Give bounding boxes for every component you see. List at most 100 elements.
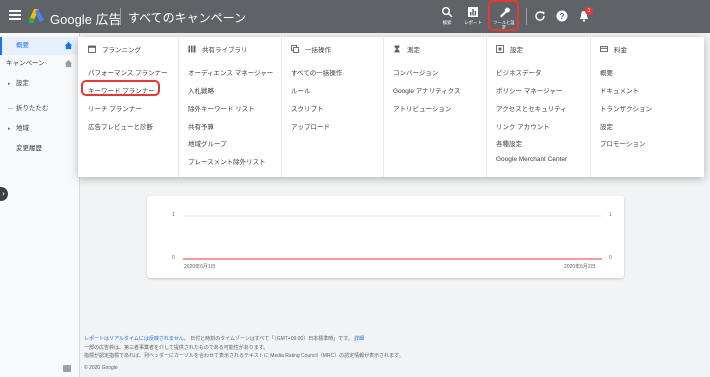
menu-item-scripts[interactable]: スクリプト [291, 103, 324, 113]
menu-heading-setup: 設定 [496, 44, 523, 54]
menu-item-audience-manager[interactable]: オーディエンス マネージャー [188, 67, 273, 77]
menu-item-reach-planner[interactable]: リーチ プランナー [88, 103, 142, 113]
y-tick-right-0: 0 [609, 255, 612, 261]
settings-box-icon [496, 45, 504, 53]
menu-item-location-groups[interactable]: 地域グループ [188, 138, 227, 148]
nav-item-overview[interactable]: 概要 [0, 37, 79, 55]
divider [526, 8, 527, 25]
tools-settings-menu: プランニング パフォーマンス プランナー キーワード プランナー リーチ プラン… [78, 37, 704, 177]
nav-item-label: 概要 [16, 42, 29, 49]
menu-item-placement-exclusions[interactable]: プレースメント除外リスト [188, 156, 266, 166]
nav-item-label: 地域 [16, 125, 29, 132]
realtime-link[interactable]: レポートはリアルタイムには反映されません。 [84, 336, 189, 342]
expand-arrow-icon: ▸ [8, 126, 11, 132]
brand-name[interactable]: Google 広告 [50, 9, 122, 28]
nav-item-label: キャンペーン [6, 60, 45, 67]
menu-item-policy-manager[interactable]: ポリシー マネージャー [496, 85, 562, 95]
y-tick-left-0: 0 [172, 255, 175, 261]
expand-arrow-icon: ▸ [8, 81, 11, 87]
menu-heading-measurement: 測定 [393, 44, 420, 54]
card-icon [600, 46, 608, 52]
menu-item-conversions[interactable]: コンバージョン [393, 67, 438, 77]
feedback-icon[interactable] [63, 365, 71, 372]
nav-item-campaigns[interactable]: キャンペーン [0, 55, 79, 73]
search-button[interactable]: 検索 [434, 3, 460, 30]
nav-item-label: 折りたたむ [16, 105, 49, 112]
menu-item-business-data[interactable]: ビジネスデータ [496, 67, 542, 77]
menu-heading-bulk-actions: 一括操作 [291, 44, 331, 54]
performance-chart: 1 0 1 0 2020年6月1日 2020年6月2日 [147, 196, 624, 278]
help-icon[interactable]: ? [556, 10, 568, 22]
nav-item-label: 変更履歴 [16, 145, 42, 152]
menu-item-shared-budgets[interactable]: 共有予算 [188, 121, 214, 131]
menu-column-measurement: 測定 コンバージョン Google アナリティクス アトリビューション [383, 37, 486, 177]
menu-column-billing: 料金 概要 ドキュメント トランザクション 設定 プロモーション [590, 37, 704, 177]
menu-item-access-security[interactable]: アクセスとセキュリティ [496, 103, 567, 113]
nav-item-collapse[interactable]: — 折りたたむ [0, 100, 79, 118]
menu-item-negative-keywords[interactable]: 除外キーワード リスト [188, 103, 255, 113]
menu-item-rules[interactable]: ルール [291, 85, 311, 95]
bar-chart-icon [468, 7, 478, 17]
menu-item-uploads[interactable]: アップロード [291, 121, 330, 131]
menu-item-linked-accounts[interactable]: リンク アカウント [496, 121, 550, 131]
nav-item-change-history[interactable]: 変更履歴 [0, 140, 79, 158]
calendar-icon [88, 45, 96, 53]
divider [120, 8, 121, 25]
menu-item-preferences[interactable]: 各種設定 [496, 138, 522, 148]
details-link[interactable]: 詳細 [354, 336, 364, 342]
hourglass-icon [394, 45, 400, 53]
menu-icon[interactable] [9, 10, 21, 20]
collapse-dash-icon: — [8, 106, 13, 112]
copy-icon [291, 45, 299, 53]
menu-heading-planning: プランニング [88, 44, 141, 54]
menu-item-all-bulk-actions[interactable]: すべての一括操作 [291, 67, 342, 77]
y-tick-left-1: 1 [172, 212, 175, 218]
nav-item-settings[interactable]: ▸ 設定 [0, 75, 79, 93]
menu-item-billing-settings[interactable]: 設定 [600, 121, 613, 131]
footer-line-2: 一部の広告枠は、第三者事業者を介して提供されたものである可能性があります。 [84, 344, 269, 351]
footer-line-1: レポートはリアルタイムには反映されません。 日付と時刻のタイムゾーンはすべて「（… [84, 335, 684, 344]
copyright: © 2020 Google [84, 365, 118, 371]
left-navigation: 概要 キャンペーン ▸ 設定 — 折りたたむ ▸ 地域 変更履歴 [0, 33, 80, 377]
menu-item-promotions[interactable]: プロモーション [600, 138, 645, 148]
home-icon [64, 41, 73, 50]
tools-highlight-annotation [488, 0, 519, 31]
reports-button[interactable]: レポート [460, 3, 486, 30]
page-title[interactable]: すべてのキャンペーン [128, 9, 246, 26]
menu-item-transactions[interactable]: トランザクション [600, 103, 652, 113]
menu-heading-billing: 料金 [600, 44, 627, 54]
menu-item-bid-strategies[interactable]: 入札戦略 [188, 85, 214, 95]
menu-column-bulk-actions: 一括操作 すべての一括操作 ルール スクリプト アップロード [281, 37, 383, 177]
menu-item-attribution[interactable]: アトリビューション [393, 103, 451, 113]
library-icon [188, 45, 196, 53]
google-ads-logo[interactable] [28, 8, 46, 24]
footer-line-3: 指標が認定指標であれば、列ヘッダーにカーソルを合わせて表示されるテキストに Me… [84, 353, 404, 359]
menu-item-merchant-center[interactable]: Google Merchant Center [496, 156, 567, 163]
menu-heading-shared-library: 共有ライブラリ [188, 44, 248, 54]
svg-text:?: ? [560, 12, 565, 21]
x-tick-end: 2020年6月2日 [564, 264, 596, 270]
home-icon [64, 59, 73, 68]
y-tick-right-1: 1 [609, 212, 612, 218]
menu-column-setup: 設定 ビジネスデータ ポリシー マネージャー アクセスとセキュリティ リンク ア… [486, 37, 590, 177]
search-icon [442, 7, 453, 18]
keyword-planner-highlight-annotation [81, 80, 160, 96]
x-tick-start: 2020年6月1日 [184, 264, 216, 270]
menu-item-documents[interactable]: ドキュメント [600, 85, 639, 95]
menu-item-google-analytics[interactable]: Google アナリティクス [393, 85, 461, 95]
refresh-icon[interactable] [534, 10, 546, 22]
search-label: 検索 [442, 20, 452, 25]
menu-item-billing-summary[interactable]: 概要 [600, 67, 613, 77]
menu-item-performance-planner[interactable]: パフォーマンス プランナー [88, 67, 168, 77]
nav-item-locations[interactable]: ▸ 地域 [0, 120, 79, 138]
chart-canvas [183, 215, 602, 260]
menu-column-shared-library: 共有ライブラリ オーディエンス マネージャー 入札戦略 除外キーワード リスト … [178, 37, 281, 177]
nav-item-label: 設定 [16, 80, 29, 87]
timezone-text: 日付と時刻のタイムゾーンはすべて「（GMT+09:00）日本標準時」です。 [190, 336, 353, 342]
notification-badge: 1 [585, 7, 593, 15]
menu-column-planning: プランニング パフォーマンス プランナー キーワード プランナー リーチ プラン… [78, 37, 176, 177]
top-bar: Google 広告 すべてのキャンペーン 検索 レポート ツールと設定 ? 1 [0, 0, 710, 33]
menu-item-ad-preview[interactable]: 広告プレビューと診断 [88, 121, 153, 131]
footer-notes: レポートはリアルタイムには反映されません。 日付と時刻のタイムゾーンはすべて「（… [84, 335, 684, 361]
reports-label: レポート [464, 20, 482, 25]
